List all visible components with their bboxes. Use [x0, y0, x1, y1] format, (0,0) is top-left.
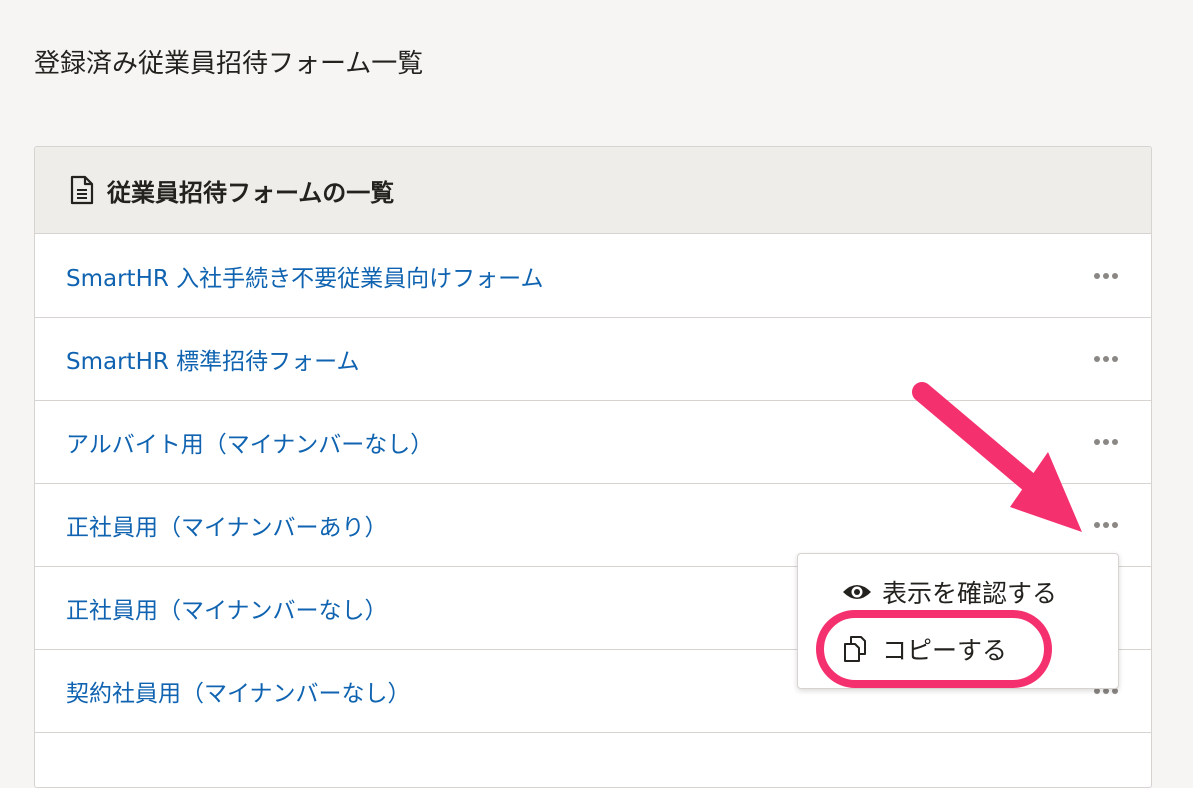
more-options-icon[interactable] — [1091, 513, 1121, 537]
view-menu-item[interactable]: 表示を確認する — [842, 574, 1057, 610]
view-menu-label: 表示を確認する — [882, 579, 1058, 608]
form-link[interactable]: アルバイト用（マイナンバーなし） — [66, 425, 433, 459]
more-options-icon[interactable] — [1091, 347, 1121, 371]
copy-menu-item[interactable]: コピーする — [842, 631, 1007, 667]
panel-header: 従業員招待フォームの一覧 — [35, 147, 1151, 234]
form-link[interactable]: 正社員用（マイナンバーあり） — [66, 508, 388, 542]
form-link[interactable]: SmartHR 標準招待フォーム — [66, 342, 359, 376]
list-item — [35, 733, 1151, 787]
form-link[interactable]: 正社員用（マイナンバーなし） — [66, 591, 388, 625]
panel-title: 従業員招待フォームの一覧 — [107, 178, 395, 207]
eye-icon — [842, 577, 872, 607]
more-options-icon[interactable] — [1091, 430, 1121, 454]
list-item: アルバイト用（マイナンバーなし） — [35, 401, 1151, 484]
form-link[interactable]: 契約社員用（マイナンバーなし） — [66, 674, 411, 708]
page-title: 登録済み従業員招待フォーム一覧 — [34, 49, 424, 79]
row-action-menu: 表示を確認する コピーする — [797, 553, 1119, 689]
form-link[interactable]: SmartHR 入社手続き不要従業員向けフォーム — [66, 259, 543, 293]
form-list: SmartHR 入社手続き不要従業員向けフォーム SmartHR 標準招待フォー… — [35, 234, 1151, 787]
copy-icon — [842, 634, 872, 664]
list-item: SmartHR 入社手続き不要従業員向けフォーム — [35, 234, 1151, 318]
form-list-panel: 従業員招待フォームの一覧 SmartHR 入社手続き不要従業員向けフォーム Sm… — [34, 146, 1152, 788]
document-icon — [69, 175, 95, 205]
more-options-icon[interactable] — [1091, 264, 1121, 288]
copy-menu-label: コピーする — [882, 636, 1008, 665]
list-item: SmartHR 標準招待フォーム — [35, 318, 1151, 401]
